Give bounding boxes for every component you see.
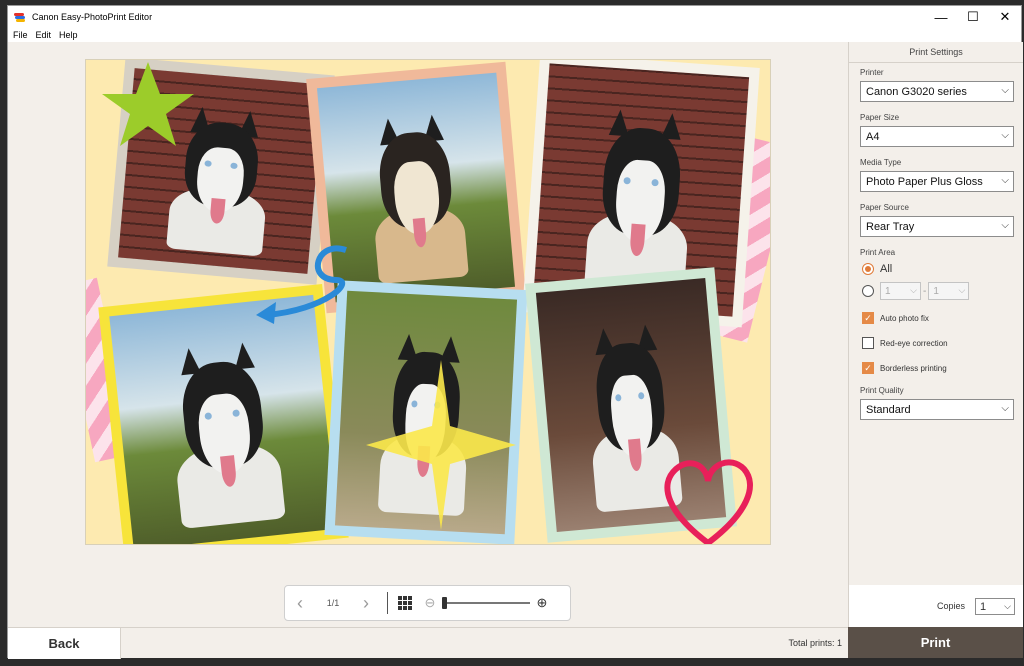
chevron-down-icon: ⌵ — [1001, 220, 1009, 231]
dog-image — [356, 112, 477, 284]
borderless-label: Borderless printing — [880, 363, 947, 373]
print-area-all-label: All — [880, 263, 893, 275]
chevron-down-icon: ⌵ — [910, 285, 917, 295]
printer-value: Canon G3020 series — [866, 85, 967, 98]
auto-photo-fix-checkbox[interactable]: ✓ — [862, 312, 874, 324]
sparkle-sticker — [366, 360, 516, 530]
print-quality-label: Print Quality — [860, 386, 904, 395]
maximize-button[interactable]: ☐ — [957, 6, 989, 28]
chevron-down-icon: ⌵ — [1004, 601, 1011, 611]
panel-divider — [849, 62, 1023, 63]
panel-title: Print Settings — [909, 47, 963, 57]
chevron-down-icon: ⌵ — [1001, 130, 1009, 141]
print-area-all-radio[interactable] — [862, 263, 874, 275]
chevron-down-icon: ⌵ — [958, 285, 966, 295]
zoom-slider-track — [442, 602, 530, 604]
print-area-label: Print Area — [860, 248, 896, 257]
window-title: Canon Easy-PhotoPrint Editor — [32, 12, 153, 22]
range-separator: - — [923, 285, 927, 297]
canon-app-icon — [14, 12, 26, 22]
paper-size-select[interactable]: A4 ⌵ — [860, 126, 1014, 147]
copies-select[interactable]: 1 ⌵ — [975, 598, 1015, 615]
red-eye-checkbox[interactable] — [862, 337, 874, 349]
back-button[interactable]: Back — [8, 628, 121, 659]
zoom-slider[interactable] — [442, 596, 530, 610]
dog-image — [574, 107, 706, 297]
zoom-slider-thumb[interactable] — [442, 597, 447, 609]
range-to-value: 1 — [933, 285, 939, 297]
range-to-select[interactable]: 1 ⌵ — [928, 282, 970, 300]
range-from-select[interactable]: 1 ⌵ — [880, 282, 921, 300]
chevron-down-icon: ⌵ — [1001, 175, 1009, 186]
borderless-option[interactable]: ✓ Borderless printing — [862, 361, 1023, 375]
print-button[interactable]: Print — [848, 627, 1023, 658]
media-type-select[interactable]: Photo Paper Plus Gloss ⌵ — [860, 171, 1014, 192]
range-from-value: 1 — [885, 285, 891, 297]
copies-area: Copies 1 ⌵ — [848, 585, 1023, 627]
heart-sticker — [664, 459, 753, 544]
chevron-down-icon: ⌵ — [1001, 85, 1009, 96]
print-quality-value: Standard — [866, 403, 911, 416]
paper-source-value: Rear Tray — [866, 220, 915, 233]
footer-bar: Back Total prints: 1 — [8, 627, 848, 659]
star-sticker — [102, 62, 194, 146]
borderless-checkbox[interactable]: ✓ — [862, 362, 874, 374]
paper-source-select[interactable]: Rear Tray ⌵ — [860, 216, 1014, 237]
media-type-label: Media Type — [860, 158, 902, 167]
red-eye-label: Red-eye correction — [880, 338, 948, 348]
grid-view-icon[interactable] — [398, 596, 412, 610]
zoom-in-icon[interactable]: ⊕ — [534, 595, 550, 611]
auto-photo-fix-label: Auto photo fix — [880, 313, 929, 323]
layout-page[interactable] — [85, 59, 771, 545]
red-eye-option[interactable]: Red-eye correction — [862, 336, 1023, 350]
arrow-sticker — [256, 245, 347, 324]
paper-size-value: A4 — [866, 130, 880, 143]
window-controls: — ☐ ✕ — [925, 6, 1021, 28]
preview-toolbar: ‹ 1/1 › ⊖ ⊕ — [284, 585, 571, 621]
chevron-down-icon: ⌵ — [1001, 403, 1009, 414]
print-area-range-option[interactable]: 1 ⌵ - 1 ⌵ — [862, 282, 1023, 300]
print-settings-panel: Print Settings Printer Canon G3020 serie… — [848, 42, 1023, 585]
title-bar: Canon Easy-PhotoPrint Editor — ☐ ✕ — [8, 6, 1021, 28]
paper-source-label: Paper Source — [860, 203, 909, 212]
menu-edit[interactable]: Edit — [32, 30, 56, 40]
copies-value: 1 — [980, 600, 987, 613]
next-page-button[interactable]: › — [351, 593, 381, 614]
total-prints-text: Total prints: 1 — [788, 638, 842, 648]
paper-size-label: Paper Size — [860, 113, 900, 122]
close-button[interactable]: ✕ — [989, 6, 1021, 28]
print-area-range-radio[interactable] — [862, 285, 874, 297]
previous-page-button[interactable]: ‹ — [285, 593, 315, 614]
minimize-button[interactable]: — — [925, 6, 957, 28]
printer-label: Printer — [860, 68, 884, 77]
page-indicator: 1/1 — [326, 598, 340, 608]
auto-photo-fix-option[interactable]: ✓ Auto photo fix — [862, 311, 1023, 325]
toolbar-divider — [387, 592, 388, 614]
copies-label: Copies — [937, 601, 966, 611]
dog-image — [154, 339, 295, 529]
app-window: Canon Easy-PhotoPrint Editor — ☐ ✕ File … — [7, 5, 1023, 659]
zoom-out-icon[interactable]: ⊖ — [422, 595, 438, 611]
media-type-value: Photo Paper Plus Gloss — [866, 175, 983, 188]
menu-help[interactable]: Help — [55, 30, 82, 40]
printer-select[interactable]: Canon G3020 series ⌵ — [860, 81, 1014, 102]
print-quality-select[interactable]: Standard ⌵ — [860, 399, 1014, 420]
preview-canvas: ‹ 1/1 › ⊖ ⊕ — [8, 42, 848, 627]
print-area-all-option[interactable]: All — [862, 261, 1023, 277]
menu-bar: File Edit Help — [8, 28, 1021, 42]
menu-file[interactable]: File — [8, 30, 32, 40]
